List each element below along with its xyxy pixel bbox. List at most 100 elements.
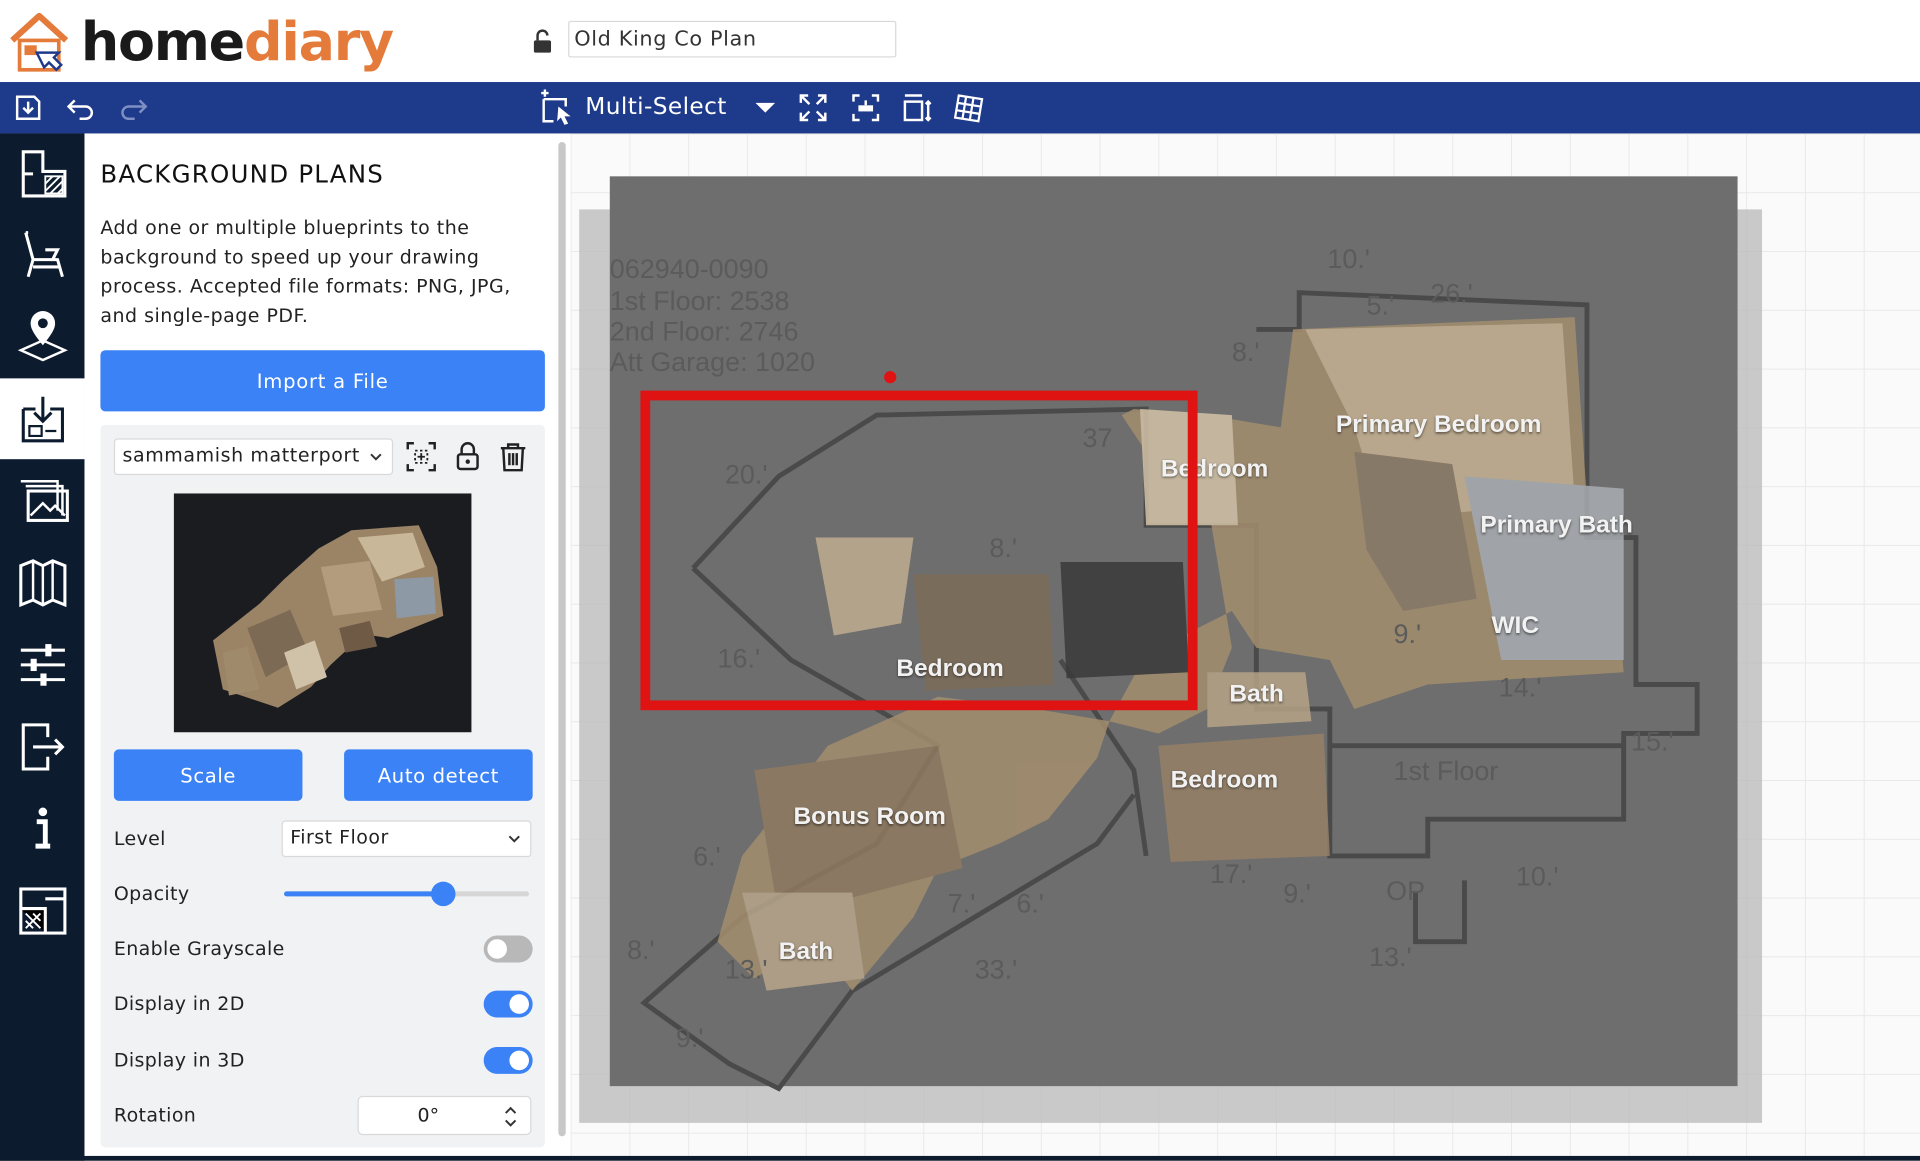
blueprint-first-floor-text: 1st Floor	[1393, 755, 1499, 787]
blueprint-dim: 8.'	[1231, 336, 1260, 368]
blueprint-garage-text: Att Garage: 1020	[609, 346, 815, 378]
opacity-label: Opacity	[113, 882, 190, 905]
grayscale-label: Enable Grayscale	[113, 937, 285, 961]
rail-furniture[interactable]	[0, 214, 84, 295]
blueprint-dim: 10.'	[1327, 243, 1370, 275]
chevron-down-icon	[508, 835, 520, 843]
blueprint-floor2-text: 2nd Floor: 2746	[609, 315, 799, 347]
lock-icon[interactable]	[452, 441, 484, 473]
gallery-icon	[20, 480, 69, 522]
rail-layout[interactable]	[0, 871, 84, 952]
catalog-icon	[18, 559, 66, 608]
stepper-icon[interactable]	[503, 1104, 518, 1128]
blueprint-dim: 6.'	[1016, 887, 1044, 919]
display-2d-toggle[interactable]	[483, 990, 533, 1018]
toolbar: Multi-Select	[0, 82, 1920, 134]
furniture-icon	[23, 231, 64, 278]
blueprint-dim: 13.'	[724, 953, 768, 985]
blueprint-dim: 8.'	[626, 934, 655, 965]
focus-plan-icon[interactable]	[405, 441, 437, 473]
logo-text-diary: diary	[243, 10, 394, 73]
rail-gallery[interactable]	[0, 460, 84, 541]
plan-thumbnail-image	[213, 525, 444, 708]
rotation-label: Rotation	[113, 1104, 197, 1127]
room-label-bedroom[interactable]: Bedroom	[1171, 767, 1279, 795]
settings-sliders-icon	[20, 644, 65, 686]
rail-location[interactable]	[0, 295, 84, 376]
location-icon	[17, 311, 68, 362]
rail-export[interactable]	[0, 707, 84, 788]
layout-icon	[18, 887, 66, 935]
save-icon[interactable]	[12, 92, 44, 124]
dropdown-caret-icon[interactable]	[749, 92, 781, 124]
blueprint-dim: 26.'	[1430, 277, 1473, 309]
import-file-button[interactable]: Import a File	[100, 350, 545, 412]
blueprint-dim: 9.'	[1393, 618, 1422, 649]
blueprint-dim: 9.'	[675, 1022, 704, 1054]
level-select-value: First Floor	[290, 826, 389, 849]
rail-settings[interactable]	[0, 624, 84, 705]
blueprint-dim: 15.'	[1631, 726, 1674, 757]
left-icon-rail	[0, 133, 85, 1161]
center-icon[interactable]	[850, 92, 882, 124]
opacity-slider[interactable]	[284, 881, 529, 907]
blueprint-dim: 33.'	[974, 953, 1018, 985]
blueprint-dim: 7.'	[947, 887, 976, 919]
trash-icon[interactable]	[497, 441, 529, 473]
plan-name-input[interactable]	[568, 20, 897, 58]
room-label-primary-bedroom[interactable]: Primary Bedroom	[1336, 411, 1542, 439]
chevron-down-icon	[370, 453, 382, 461]
blueprint-dim: 5.'	[1366, 290, 1395, 321]
logo-text-home: home	[80, 10, 245, 73]
unlock-icon[interactable]	[531, 29, 553, 53]
background-plans-icon	[21, 396, 64, 443]
selection-rectangle[interactable]	[640, 390, 1198, 711]
rail-catalog[interactable]	[0, 542, 84, 623]
blueprint-parcel-text: 062940-0090	[609, 253, 769, 285]
undo-icon[interactable]	[65, 92, 97, 124]
dimensions-icon[interactable]	[901, 92, 933, 124]
opacity-slider-handle[interactable]	[431, 881, 456, 907]
display-3d-toggle[interactable]	[483, 1046, 533, 1074]
multi-select-label[interactable]: Multi-Select	[585, 93, 726, 120]
grayscale-toggle[interactable]	[483, 935, 533, 963]
rotation-input[interactable]: 0°	[357, 1095, 532, 1136]
plan-select[interactable]: sammamish matterport	[113, 438, 394, 476]
room-label-primary-bath[interactable]: Primary Bath	[1480, 512, 1632, 540]
plan-thumbnail	[173, 493, 472, 733]
blueprint-op-text: OP	[1386, 875, 1426, 907]
rail-info[interactable]	[0, 789, 84, 870]
auto-detect-button[interactable]: Auto detect	[344, 749, 533, 801]
panel-title: BACKGROUND PLANS	[100, 159, 385, 189]
redo-icon[interactable]	[118, 92, 150, 124]
room-label-wic[interactable]: WIC	[1491, 612, 1539, 640]
room-label-bath[interactable]: Bath	[779, 938, 833, 966]
info-icon	[34, 807, 50, 849]
level-select[interactable]: First Floor	[281, 820, 532, 858]
header: home diary	[0, 0, 1920, 83]
blueprint-dim: 13.'	[1368, 941, 1412, 973]
export-icon	[21, 723, 65, 771]
house-logo-icon	[10, 12, 69, 72]
selection-rotate-handle[interactable]	[884, 371, 897, 384]
grid-icon[interactable]	[953, 92, 985, 124]
panel-description: Add one or multiple blueprints to the ba…	[100, 216, 511, 327]
plan-select-value: sammamish matterport	[122, 444, 360, 467]
app-window: homediary Multi-Select	[0, 0, 1920, 1161]
rail-background-plans[interactable]	[0, 378, 85, 460]
room-label-bath[interactable]: Bath	[1229, 681, 1283, 709]
homediary-logo[interactable]: home diary	[7, 5, 394, 78]
level-label: Level	[113, 827, 166, 850]
display-3d-label: Display in 3D	[113, 1049, 245, 1072]
scale-button[interactable]: Scale	[113, 749, 303, 801]
blueprint-floor1-text: 1st Floor: 2538	[609, 285, 790, 316]
blueprint-dim: 9.'	[1283, 877, 1311, 909]
blueprint-dim: 14.'	[1498, 672, 1542, 703]
panel-scrollbar[interactable]	[558, 142, 566, 1137]
rail-floor-plan[interactable]	[0, 133, 84, 214]
opacity-slider-fill	[284, 891, 444, 897]
multi-select-icon[interactable]	[539, 89, 576, 126]
bottom-edge	[0, 1155, 1920, 1161]
fit-screen-icon[interactable]	[797, 92, 829, 124]
room-label-bonus-room[interactable]: Bonus Room	[793, 803, 945, 831]
